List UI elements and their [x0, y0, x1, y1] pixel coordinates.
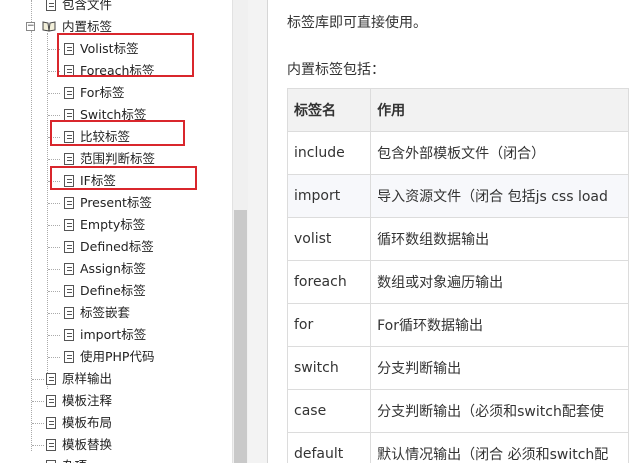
doc-tree-panel: 包含文件 − 内置标签 Volist标签 Foreach标签 For标签 Switch… [0, 0, 232, 463]
tag-purpose-cell: 导入资源文件（闭合 包括js css load [370, 174, 629, 218]
tree-connector [32, 445, 44, 446]
book-open-icon [42, 21, 56, 32]
document-icon [64, 197, 74, 209]
tree-connector [48, 159, 60, 160]
tag-purpose-cell: 默认情况输出（闭合 必须和switch配 [370, 432, 629, 463]
table-row: include 包含外部模板文件（闭合） [286, 131, 629, 175]
tree-connector [48, 247, 60, 248]
pane-splitter[interactable] [248, 0, 268, 463]
document-icon [64, 153, 74, 165]
tree-connector [31, 31, 32, 451]
tree-connector [48, 357, 60, 358]
highlight-box-compare [50, 120, 185, 146]
document-icon [64, 285, 74, 297]
tree-connector [48, 269, 60, 270]
document-icon [64, 219, 74, 231]
table-row: case 分支判断输出（必须和switch配套使 [286, 389, 629, 433]
tree-connector [48, 93, 60, 94]
tree-connector [32, 423, 44, 424]
tree-connector [32, 401, 44, 402]
tag-purpose-cell: 循环数组数据输出 [370, 217, 629, 261]
builtin-tags-table: 标签名 作用 include 包含外部模板文件（闭合） import 导入资源文件（闭… [286, 88, 629, 463]
highlight-box-volist-foreach [57, 33, 194, 77]
content-pane: 标签库即可直接使用。 内置标签包括： 标签名 作用 include 包含外部模板文… [268, 0, 629, 463]
collapse-toggle[interactable]: − [26, 22, 35, 31]
document-icon [64, 241, 74, 253]
tree-connector [48, 313, 60, 314]
column-header-purpose: 作用 [370, 88, 629, 132]
tag-name-cell: import [286, 174, 372, 218]
table-row: foreach 数组或对象遍历输出 [286, 260, 629, 304]
document-icon [46, 373, 56, 385]
table-row: volist 循环数组数据输出 [286, 217, 629, 261]
table-body: include 包含外部模板文件（闭合） import 导入资源文件（闭合 包括js … [286, 131, 629, 463]
document-icon [46, 0, 56, 11]
document-icon [64, 351, 74, 363]
tag-purpose-cell: 包含外部模板文件（闭合） [370, 131, 629, 175]
tag-purpose-cell: 数组或对象遍历输出 [370, 260, 629, 304]
tag-name-cell: case [286, 389, 372, 433]
tag-purpose-cell: 分支判断输出 [370, 346, 629, 390]
tree-connector [48, 335, 60, 336]
tree-connector [48, 225, 60, 226]
tree-connector [48, 291, 60, 292]
document-icon [46, 417, 56, 429]
tree-connector [48, 203, 60, 204]
tag-name-cell: foreach [286, 260, 372, 304]
column-header-tag-name: 标签名 [286, 88, 372, 132]
document-icon [64, 307, 74, 319]
intro-text: 标签库即可直接使用。 [287, 15, 427, 31]
document-icon [64, 87, 74, 99]
tag-name-cell: for [286, 303, 372, 347]
tree-scrollbar[interactable] [232, 0, 248, 463]
table-row: for For循环数据输出 [286, 303, 629, 347]
tree-connector [48, 115, 60, 116]
highlight-box-if [50, 166, 197, 190]
document-icon [64, 329, 74, 341]
document-icon [46, 439, 56, 451]
tag-name-cell: switch [286, 346, 372, 390]
document-icon [64, 263, 74, 275]
tag-name-cell: default [286, 432, 372, 463]
table-row: default 默认情况输出（闭合 必须和switch配 [286, 432, 629, 463]
builtin-tags-heading: 内置标签包括： [287, 62, 385, 78]
scrollbar-thumb[interactable] [234, 210, 247, 463]
tag-purpose-cell: 分支判断输出（必须和switch配套使 [370, 389, 629, 433]
tag-purpose-cell: For循环数据输出 [370, 303, 629, 347]
tree-connector [31, 0, 32, 22]
tag-name-cell: include [286, 131, 372, 175]
table-header-row: 标签名 作用 [286, 88, 629, 132]
tree-connector [32, 379, 44, 380]
table-row: switch 分支判断输出 [286, 346, 629, 390]
document-icon [46, 395, 56, 407]
tag-name-cell: volist [286, 217, 372, 261]
table-row: import 导入资源文件（闭合 包括js css load [286, 174, 629, 218]
